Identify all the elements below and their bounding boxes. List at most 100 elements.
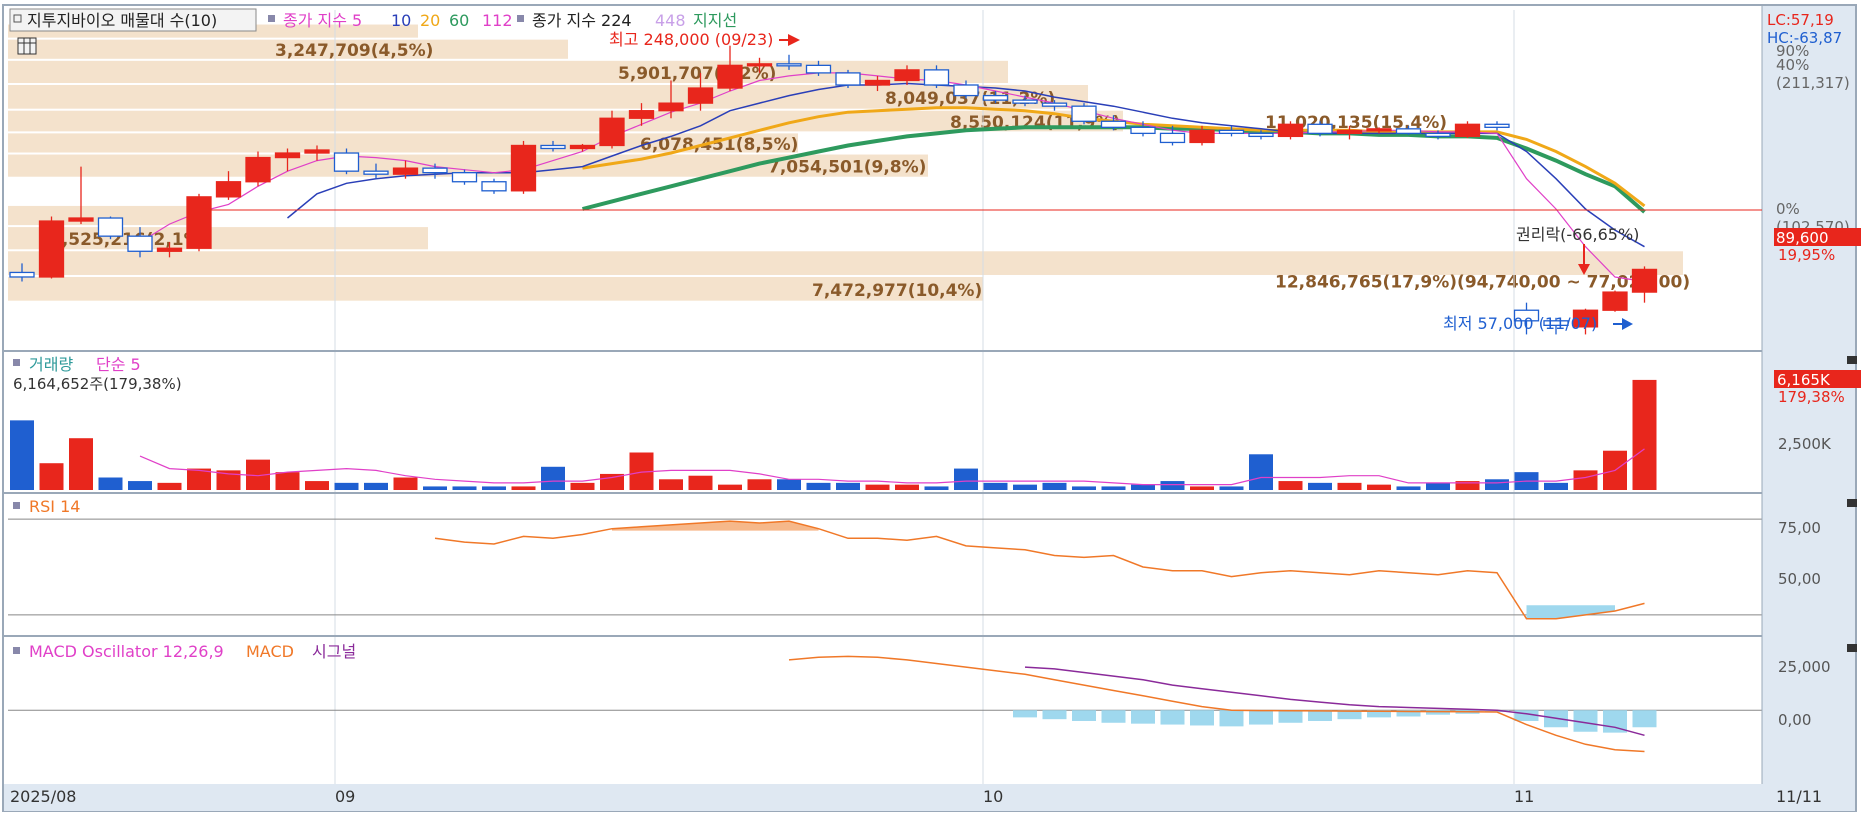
- volume-bar: [718, 484, 742, 490]
- volume-bar: [69, 438, 93, 490]
- table-icon[interactable]: [17, 37, 37, 55]
- candle-body: [569, 144, 596, 150]
- current-volume: 6,164,652주(179,38%): [13, 375, 182, 393]
- x-label-aug: 2025/08: [10, 787, 76, 806]
- legend-ma-label[interactable]: 종가 지수 5: [283, 11, 362, 30]
- rsi-tick-50: 50,00: [1778, 570, 1821, 588]
- panel-square-icon: [13, 502, 20, 509]
- candle-body: [1248, 132, 1274, 138]
- volume-bar: [1426, 482, 1450, 490]
- volume-bar: [1632, 379, 1657, 490]
- candle-body: [953, 84, 979, 97]
- macd-oscillator-bar: [1308, 710, 1332, 721]
- volume-bar: [1396, 486, 1421, 490]
- macd-oscillator-bar: [1219, 710, 1244, 727]
- volume-bar: [334, 482, 359, 490]
- pct-0-label: 0%: [1776, 200, 1800, 218]
- candle-body: [97, 217, 124, 237]
- candle-body: [1395, 128, 1422, 135]
- volume-bar: [1544, 482, 1568, 490]
- volume-bar: [777, 479, 801, 490]
- macd-oscillator-bar: [1632, 710, 1657, 728]
- close-panel-icon[interactable]: [1847, 499, 1857, 507]
- legend-ma-112[interactable]: 112: [482, 11, 513, 30]
- candle-body: [304, 149, 330, 154]
- close-panel-icon[interactable]: [1847, 644, 1857, 652]
- macd-oscillator-bar: [1101, 710, 1126, 723]
- volume-bar: [983, 482, 1008, 490]
- rsi-tick-75: 75,00: [1778, 519, 1821, 537]
- volume-bar: [305, 481, 329, 490]
- pct-40-label: 40%: [1776, 56, 1809, 74]
- x-label-nov: 11: [1514, 787, 1534, 806]
- volume-bar: [1308, 482, 1332, 490]
- candle-body: [1041, 102, 1068, 107]
- macd-label[interactable]: MACD: [246, 642, 294, 661]
- volume-title[interactable]: 거래량: [29, 355, 73, 374]
- volume-bar: [1042, 482, 1067, 490]
- candle-body: [1159, 132, 1186, 144]
- rsi-title[interactable]: RSI 14: [29, 497, 80, 516]
- legend-ma-448[interactable]: 448: [655, 11, 686, 30]
- candle-body: [864, 79, 891, 86]
- candle-body: [481, 181, 507, 192]
- candle-body: [1425, 132, 1451, 138]
- volume-bar: [954, 468, 978, 490]
- volume-bar: [1337, 482, 1362, 490]
- candle-body: [9, 271, 35, 278]
- candle-body: [1277, 123, 1304, 138]
- candle-body: [687, 87, 714, 104]
- volume-bar: [1013, 484, 1037, 490]
- candle-body: [805, 64, 832, 74]
- volume-bar: [423, 486, 447, 490]
- candle-body: [540, 144, 566, 150]
- candle-body: [186, 196, 212, 249]
- volume-bar: [895, 484, 919, 490]
- candle-body: [274, 152, 301, 159]
- panel-square-icon: [13, 647, 20, 654]
- volume-bar: [1160, 481, 1185, 490]
- legend-ma-20[interactable]: 20: [420, 11, 440, 30]
- candle-body: [1307, 123, 1333, 135]
- current-price: 89,600: [1776, 229, 1829, 247]
- macd-oscillator-bar: [1042, 710, 1067, 720]
- signal-label[interactable]: 시그널: [312, 642, 356, 661]
- legend-stock-name[interactable]: 지투지바이오 매물대 수(10): [27, 11, 217, 30]
- volume-bar: [364, 482, 388, 490]
- volume-bar: [688, 475, 713, 490]
- candle-body: [1012, 99, 1038, 104]
- panel-square-icon: [13, 359, 20, 366]
- candle-body: [245, 156, 271, 183]
- x-label-last-date: 11/11: [1776, 787, 1822, 806]
- macd-oscillator-bar: [1072, 710, 1096, 721]
- candle-body: [1189, 129, 1215, 144]
- volume-bar: [1072, 486, 1096, 490]
- volume-bar: [541, 466, 565, 490]
- volume-bar: [128, 481, 152, 490]
- macd-title[interactable]: MACD Oscillator 12,26,9: [29, 642, 224, 661]
- low-annotation: 최저 57,000 (11/07): [1443, 314, 1597, 333]
- volume-ma-label[interactable]: 단순 5: [96, 355, 141, 374]
- legend-ma-10[interactable]: 10: [391, 11, 411, 30]
- rights-drop-annotation: 권리락(-66,65%): [1516, 225, 1639, 244]
- volume-bar: [10, 420, 34, 490]
- volume-bar: [570, 482, 595, 490]
- legend-ma-long[interactable]: 종가 지수 224: [532, 11, 632, 30]
- volume-bar: [806, 482, 831, 490]
- macd-oscillator-bar: [1131, 710, 1155, 724]
- candle-body: [923, 69, 950, 86]
- volume-bar: [1367, 484, 1391, 490]
- x-label-oct: 10: [983, 787, 1003, 806]
- legend-ma-60[interactable]: 60: [449, 11, 469, 30]
- candle-body: [1100, 120, 1127, 128]
- profile-band: [8, 251, 1683, 275]
- high-annotation: 최고 248,000 (09/23): [609, 30, 773, 49]
- candle-body: [1336, 129, 1363, 135]
- candle-body: [746, 63, 773, 67]
- legend-support[interactable]: 지지선: [693, 11, 737, 30]
- candle-body: [1454, 123, 1481, 138]
- close-panel-icon[interactable]: [1847, 356, 1857, 364]
- candle-body: [1130, 126, 1156, 135]
- lc-label: LC:57,19: [1767, 11, 1834, 29]
- volume-bar: [393, 477, 418, 490]
